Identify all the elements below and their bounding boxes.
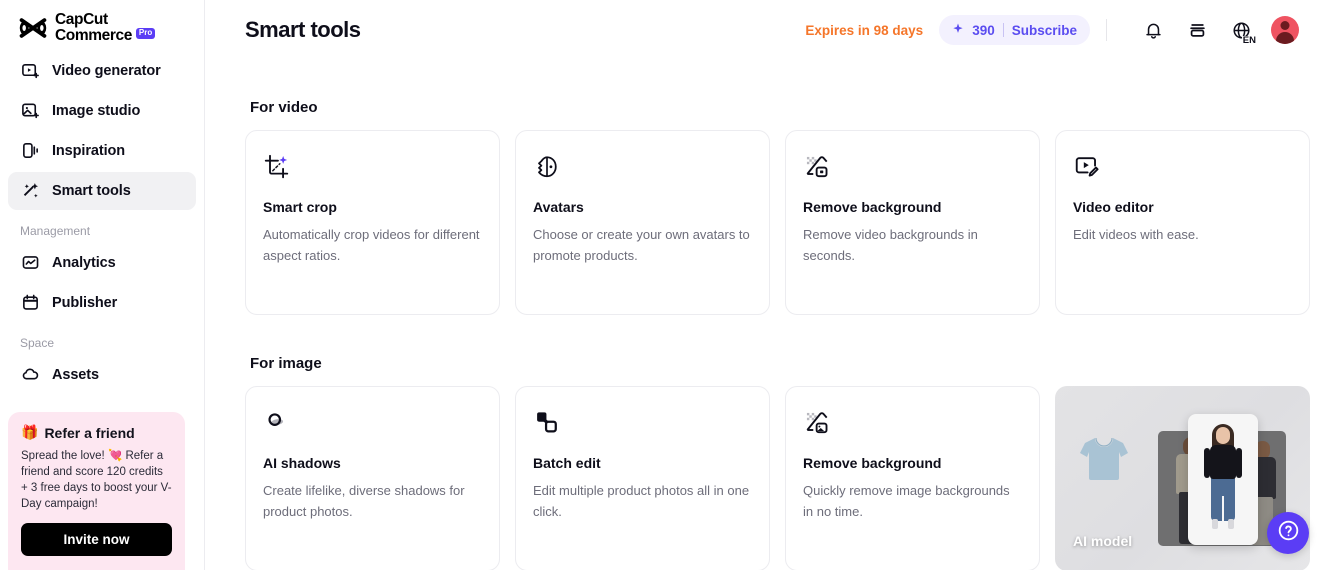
invite-now-button[interactable]: Invite now — [21, 523, 172, 556]
pill-divider — [1002, 23, 1004, 37]
card-description: Quickly remove image backgrounds in no t… — [803, 483, 1010, 519]
ai-shadows-icon — [263, 409, 482, 439]
sidebar-item-label: Inspiration — [52, 142, 126, 159]
group-title-for-image: For image — [250, 355, 322, 372]
page-title: Smart tools — [245, 17, 361, 42]
sidebar-item-image-studio[interactable]: Image studio — [8, 92, 196, 130]
referral-card: 🎁 Refer a friend Spread the love! 💘 Refe… — [8, 412, 185, 570]
card-grid-for-video: Smart crop Automatically crop videos for… — [245, 130, 1310, 315]
header-divider — [1106, 19, 1107, 41]
top-bar: Smart tools Expires in 98 days 390 Subsc… — [205, 0, 1317, 60]
smart-crop-icon — [263, 153, 482, 183]
image-studio-icon — [20, 101, 40, 121]
tools-content: For video Smart crop Automatically crop — [205, 60, 1317, 570]
video-editor-icon — [1073, 153, 1292, 183]
smart-tools-icon — [20, 181, 40, 201]
language-code: EN — [1241, 34, 1256, 46]
sidebar-item-video-generator[interactable]: Video generator — [8, 52, 196, 90]
referral-title: Refer a friend — [44, 424, 135, 441]
remove-background-icon — [803, 409, 1022, 439]
tool-card-batch-edit[interactable]: Batch edit Edit multiple product photos … — [515, 386, 770, 570]
card-description: Edit videos with ease. — [1073, 227, 1199, 242]
batch-edit-icon — [533, 409, 752, 439]
sidebar-item-publisher[interactable]: Publisher — [8, 284, 196, 322]
card-description: Edit multiple product photos all in one … — [533, 483, 750, 519]
capcut-logo-icon — [18, 17, 48, 39]
card-description: Create lifelike, diverse shadows for pro… — [263, 483, 465, 519]
app-root: CapCut Commerce Pro Video generator Imag… — [0, 0, 1317, 570]
help-question-icon — [1277, 519, 1300, 547]
help-button[interactable] — [1267, 512, 1309, 554]
card-description: Remove video backgrounds in seconds. — [803, 227, 978, 263]
inspiration-icon — [20, 141, 40, 161]
sidebar-section-management: Management — [20, 223, 91, 238]
card-title: Remove background — [803, 199, 942, 215]
archive-box-icon[interactable] — [1183, 16, 1211, 44]
avatars-icon — [533, 153, 752, 183]
card-title: AI shadows — [263, 455, 341, 471]
card-title: Smart crop — [263, 199, 337, 215]
sidebar-item-inspiration[interactable]: Inspiration — [8, 132, 196, 170]
brand-name-line2: Commerce — [55, 26, 132, 44]
main-area: Smart tools Expires in 98 days 390 Subsc… — [205, 0, 1317, 570]
sidebar-section-space: Space — [20, 335, 55, 350]
credits-subscribe-pill[interactable]: 390 Subscribe — [939, 15, 1090, 45]
subscribe-link[interactable]: Subscribe — [1012, 23, 1077, 38]
credits-count: 390 — [972, 22, 995, 38]
video-generator-icon — [20, 61, 40, 81]
referral-title-row: 🎁 Refer a friend — [21, 424, 172, 441]
sidebar-item-label: Assets — [52, 366, 99, 383]
sidebar-item-label: Video generator — [52, 62, 161, 79]
sidebar-item-assets[interactable]: Assets — [8, 356, 196, 394]
sidebar-item-label: Image studio — [52, 102, 141, 119]
sidebar-item-label: Analytics — [52, 254, 116, 271]
card-title: Batch edit — [533, 455, 601, 471]
sidebar-item-label: Publisher — [52, 294, 118, 311]
tool-card-ai-shadows[interactable]: AI shadows Create lifelike, diverse shad… — [245, 386, 500, 570]
card-title: AI model — [1073, 533, 1133, 549]
tool-card-remove-background-image[interactable]: Remove background Quickly remove image b… — [785, 386, 1040, 570]
card-grid-for-image: AI shadows Create lifelike, diverse shad… — [245, 386, 1310, 570]
tool-card-video-editor[interactable]: Video editor Edit videos with ease. — [1055, 130, 1310, 315]
card-description: Choose or create your own avatars to pro… — [533, 227, 750, 263]
notification-bell-icon[interactable] — [1139, 16, 1167, 44]
referral-body: Spread the love! 💘 Refer a friend and sc… — [21, 450, 172, 510]
tool-card-remove-background-video[interactable]: Remove background Remove video backgroun… — [785, 130, 1040, 315]
sidebar-item-label: Smart tools — [52, 182, 131, 199]
brand-name-line1: CapCut — [55, 11, 108, 28]
tshirt-thumbnail — [1073, 428, 1135, 490]
user-avatar[interactable] — [1271, 16, 1299, 44]
card-title: Avatars — [533, 199, 584, 215]
sparkle-icon — [952, 23, 964, 37]
card-title: Video editor — [1073, 199, 1154, 215]
sidebar-item-smart-tools[interactable]: Smart tools — [8, 171, 196, 210]
language-globe-icon[interactable]: EN — [1227, 16, 1256, 46]
card-title: Remove background — [803, 455, 942, 471]
analytics-icon — [20, 253, 40, 273]
brand-logo[interactable]: CapCut Commerce Pro — [8, 0, 196, 52]
gift-icon: 🎁 — [21, 424, 39, 440]
pro-badge: Pro — [135, 28, 156, 40]
sidebar-item-analytics[interactable]: Analytics — [8, 244, 196, 282]
sidebar: CapCut Commerce Pro Video generator Imag… — [0, 0, 205, 570]
remove-background-icon — [803, 153, 1022, 183]
card-description: Automatically crop videos for different … — [263, 227, 480, 263]
top-bar-actions: Expires in 98 days 390 Subscribe EN — [805, 15, 1299, 45]
group-title-for-video: For video — [250, 99, 318, 116]
tool-card-smart-crop[interactable]: Smart crop Automatically crop videos for… — [245, 130, 500, 315]
expiry-status: Expires in 98 days — [805, 22, 924, 38]
generated-model-card — [1188, 414, 1258, 545]
publisher-calendar-icon — [20, 293, 40, 313]
tool-card-avatars[interactable]: Avatars Choose or create your own avatar… — [515, 130, 770, 315]
assets-cloud-icon — [20, 365, 40, 385]
